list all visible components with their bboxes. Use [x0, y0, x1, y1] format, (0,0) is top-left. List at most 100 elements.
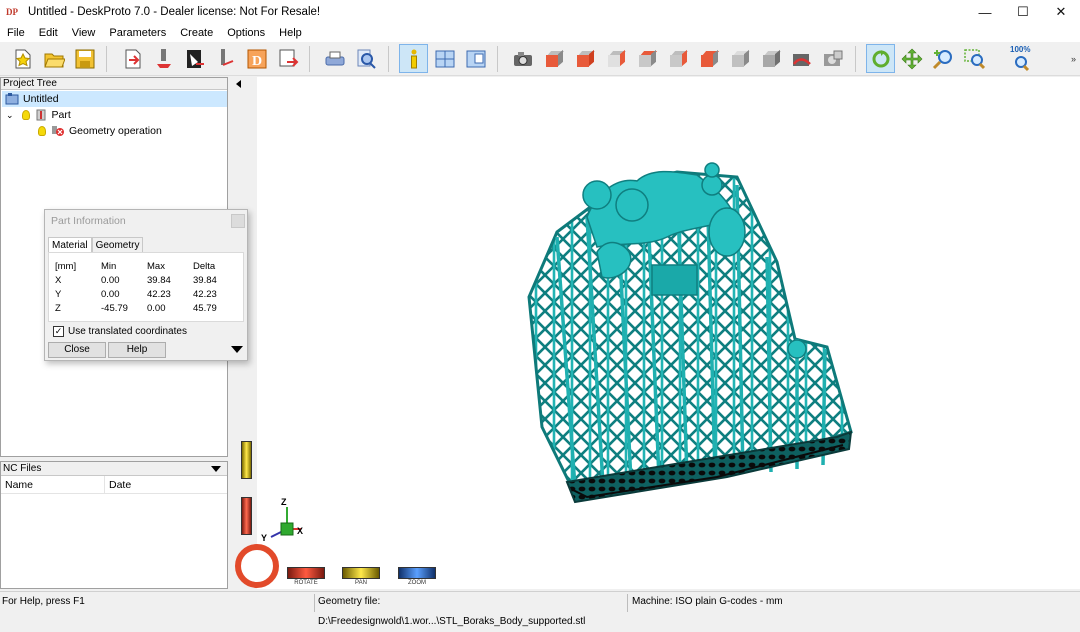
tree-item-label: Geometry operation — [69, 125, 162, 137]
mill-tool-icon[interactable] — [149, 44, 178, 73]
collapse-panel-icon[interactable] — [236, 80, 241, 88]
translated-coordinates-option[interactable]: ✓ Use translated coordinates — [53, 326, 187, 337]
view-iso-icon[interactable] — [725, 44, 754, 73]
view-bottom-icon[interactable] — [694, 44, 723, 73]
toolbar-separator — [497, 46, 498, 72]
tree-item-label: Part — [51, 109, 71, 121]
menu-edit[interactable]: Edit — [32, 27, 65, 39]
view-top-icon[interactable] — [663, 44, 692, 73]
rotate-dial-icon[interactable] — [235, 544, 279, 588]
close-button[interactable]: ✕ — [1042, 0, 1080, 24]
pan-icon[interactable] — [897, 44, 926, 73]
toolbar-separator — [855, 46, 856, 72]
table-cell: -45.79 — [101, 302, 128, 314]
multi-view-icon[interactable] — [461, 44, 490, 73]
table-row: Z -45.79 0.00 45.79 — [55, 301, 239, 315]
table-header: [mm] — [55, 260, 77, 272]
toolbar-separator — [388, 46, 389, 72]
expand-down-icon[interactable] — [231, 346, 243, 353]
chevron-down-icon[interactable]: ⌄ — [6, 110, 14, 121]
zoom-100-icon[interactable]: 100% — [1006, 44, 1035, 73]
column-date[interactable]: Date — [105, 476, 131, 493]
rotate-icon[interactable] — [866, 44, 895, 73]
menu-file[interactable]: File — [0, 27, 32, 39]
view-right-icon[interactable] — [632, 44, 661, 73]
app-icon: DP — [6, 7, 18, 17]
material-dimensions-table: [mm] Min Max Delta X 0.00 39.84 39.84 Y … — [55, 259, 239, 315]
toolbar-separator — [106, 46, 107, 72]
part-information-icon[interactable] — [399, 44, 428, 73]
copy-view-icon[interactable] — [818, 44, 847, 73]
table-cell: X — [55, 274, 62, 286]
model-render[interactable] — [257, 77, 1080, 589]
zoom-mode-label: ZOOM — [408, 580, 426, 586]
rotate-mode-button[interactable] — [287, 567, 325, 579]
title-bar: DP Untitled - DeskProto 7.0 - Dealer lic… — [0, 0, 1080, 24]
help-button[interactable]: Help — [108, 342, 166, 358]
deskproto-window: DP Untitled - DeskProto 7.0 - Dealer lic… — [0, 0, 1080, 627]
tree-item-label: Untitled — [23, 93, 59, 105]
checkbox-label: Use translated coordinates — [68, 326, 187, 337]
export-icon[interactable] — [273, 44, 302, 73]
view-back-icon[interactable] — [570, 44, 599, 73]
menu-create[interactable]: Create — [173, 27, 220, 39]
visibility-bulb-icon[interactable] — [21, 110, 30, 120]
table-cell: 42.23 — [193, 288, 217, 300]
status-bar: For Help, press F1 Geometry file: D:\Fre… — [0, 591, 1080, 627]
menu-parameters[interactable]: Parameters — [102, 27, 173, 39]
table-cell: 0.00 — [101, 274, 120, 286]
camera-view-icon[interactable] — [508, 44, 537, 73]
import-geometry-icon[interactable] — [118, 44, 147, 73]
close-dialog-button[interactable]: Close — [48, 342, 106, 358]
zoom-in-icon[interactable] — [928, 44, 957, 73]
project-icon — [5, 93, 19, 105]
dropdown-arrow-icon[interactable] — [211, 466, 221, 472]
view-left-icon[interactable] — [601, 44, 630, 73]
axis-triad: Z X Y — [257, 497, 305, 543]
reset-view-icon[interactable] — [787, 44, 816, 73]
menu-help[interactable]: Help — [272, 27, 309, 39]
preview-icon[interactable] — [351, 44, 380, 73]
save-icon[interactable] — [70, 44, 99, 73]
print-icon[interactable] — [320, 44, 349, 73]
table-cell: Y — [55, 288, 62, 300]
yellow-level-indicator — [241, 441, 252, 479]
text-d-icon[interactable]: D — [242, 44, 271, 73]
window-title: Untitled - DeskProto 7.0 - Dealer licens… — [28, 6, 321, 18]
menu-bar: File Edit View Parameters Create Options… — [0, 24, 1080, 42]
maximize-button[interactable]: ☐ — [1004, 0, 1042, 24]
bitmap-icon[interactable] — [180, 44, 209, 73]
visibility-bulb-icon[interactable] — [38, 126, 46, 136]
toolbar-overflow-icon[interactable]: » — [1071, 54, 1076, 64]
tree-item-part[interactable]: ⌄ Part — [2, 107, 227, 123]
table-cell: 45.79 — [193, 302, 217, 314]
table-header-row: [mm] Min Max Delta — [55, 259, 239, 273]
dialog-close-icon[interactable] — [231, 214, 245, 228]
menu-view[interactable]: View — [65, 27, 103, 39]
tab-material[interactable]: Material — [48, 237, 92, 253]
status-help: For Help, press F1 — [2, 596, 85, 607]
column-name[interactable]: Name — [1, 476, 105, 493]
part-information-dialog: Part Information Material Geometry [mm] … — [44, 209, 248, 361]
view-iso2-icon[interactable] — [756, 44, 785, 73]
table-row: X 0.00 39.84 39.84 — [55, 273, 239, 287]
vector-layout-icon[interactable] — [211, 44, 240, 73]
table-header: Delta — [193, 260, 216, 272]
translated-coordinates-checkbox[interactable]: ✓ — [53, 326, 64, 337]
material-tab-panel: [mm] Min Max Delta X 0.00 39.84 39.84 Y … — [48, 252, 244, 322]
tab-geometry[interactable]: Geometry — [91, 237, 144, 253]
view-front-icon[interactable] — [539, 44, 568, 73]
minimize-button[interactable]: — — [966, 0, 1004, 24]
zoom-window-icon[interactable] — [959, 44, 988, 73]
pan-mode-button[interactable] — [342, 567, 380, 579]
zoom-mode-button[interactable] — [398, 567, 436, 579]
table-cell: Z — [55, 302, 61, 314]
new-project-icon[interactable] — [8, 44, 37, 73]
part-icon — [35, 109, 47, 121]
menu-options[interactable]: Options — [220, 27, 272, 39]
nc-files-panel: NC Files Name Date — [0, 461, 228, 589]
tree-item-geometry-operation[interactable]: Geometry operation — [2, 123, 227, 139]
layout-view-icon[interactable] — [430, 44, 459, 73]
open-folder-icon[interactable] — [39, 44, 68, 73]
tree-item-project[interactable]: Untitled — [2, 91, 227, 107]
